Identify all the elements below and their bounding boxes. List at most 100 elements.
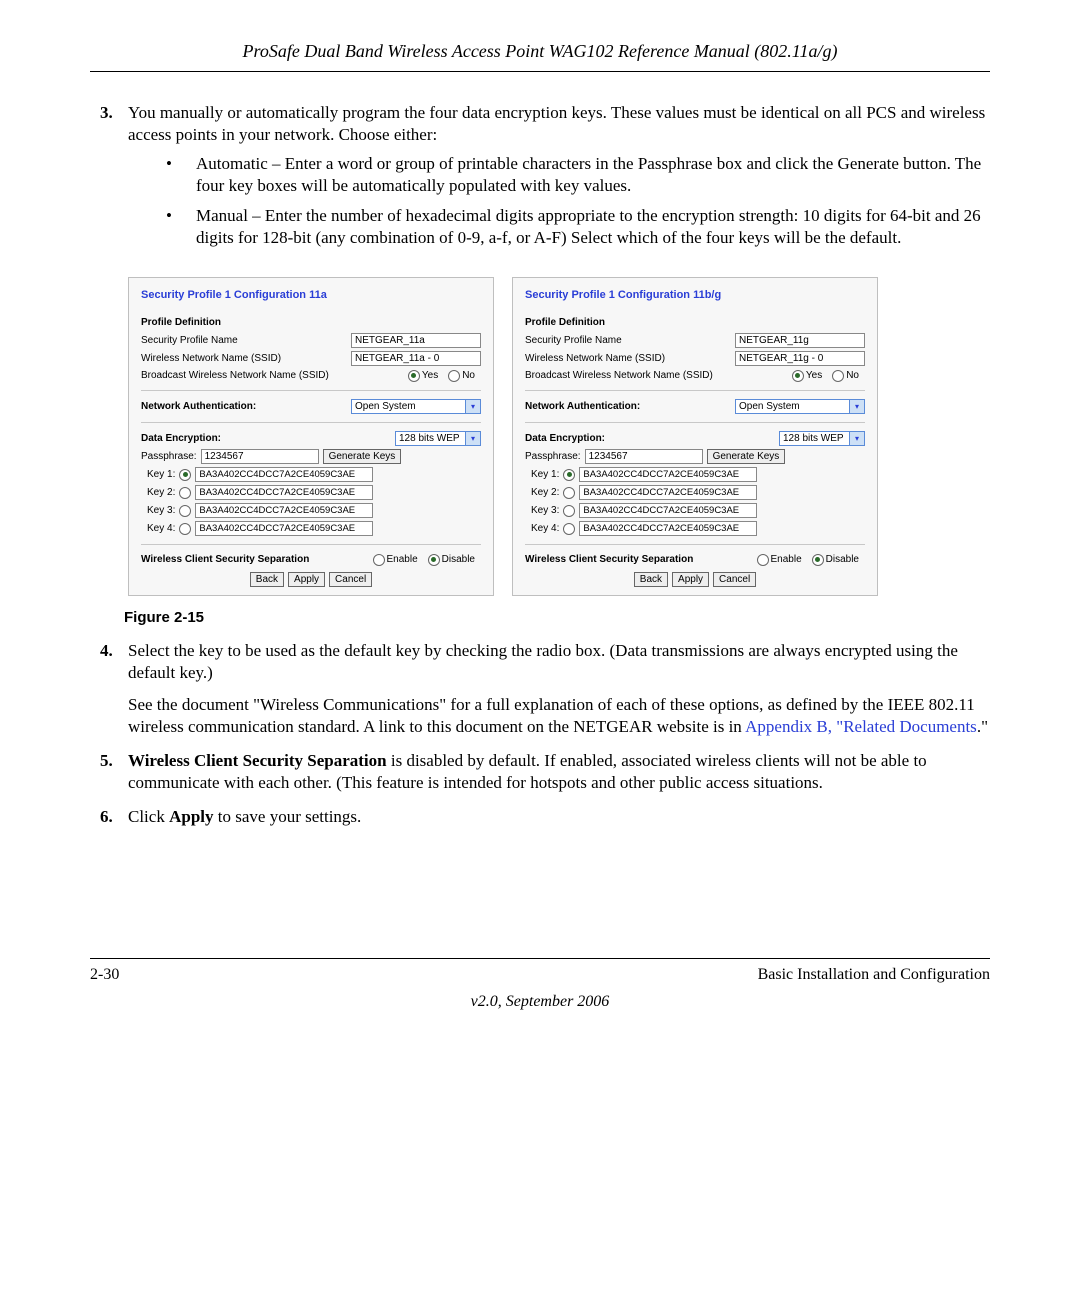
key2-label: Key 2: (147, 486, 175, 499)
page-number: 2-30 (90, 965, 119, 986)
section-title: Basic Installation and Configuration (758, 965, 990, 986)
step-text-2b: ." (977, 717, 988, 736)
bullet-manual: Manual – Enter the number of hexadecimal… (166, 205, 990, 249)
step-5: 5. Wireless Client Security Separation i… (100, 750, 990, 794)
key2-radio[interactable] (563, 487, 575, 499)
broadcast-no-radio[interactable]: No (832, 369, 859, 382)
step-3: 3. You manually or automatically program… (100, 102, 990, 257)
security-profile-name-input[interactable] (351, 333, 481, 348)
network-auth-label: Network Authentication: (141, 400, 347, 413)
ssid-input[interactable] (735, 351, 865, 366)
passphrase-label: Passphrase: (525, 450, 581, 463)
broadcast-yes-radio[interactable]: Yes (408, 369, 438, 382)
generate-keys-button[interactable]: Generate Keys (323, 449, 402, 464)
step-6: 6. Click Apply to save your settings. (100, 806, 990, 828)
passphrase-input[interactable] (201, 449, 319, 464)
panel-title: Security Profile 1 Configuration 11b/g (525, 288, 865, 302)
ssid-label: Wireless Network Name (SSID) (141, 352, 347, 365)
broadcast-ssid-label: Broadcast Wireless Network Name (SSID) (525, 369, 788, 382)
profile-definition-label: Profile Definition (141, 316, 481, 329)
step-number: 4. (100, 640, 128, 738)
key3-input[interactable] (579, 503, 757, 518)
passphrase-input[interactable] (585, 449, 703, 464)
key2-radio[interactable] (179, 487, 191, 499)
broadcast-ssid-label: Broadcast Wireless Network Name (SSID) (141, 369, 404, 382)
back-button[interactable]: Back (634, 572, 668, 587)
key1-radio[interactable] (563, 469, 575, 481)
key1-input[interactable] (579, 467, 757, 482)
wcss-disable-radio[interactable]: Disable (812, 553, 859, 566)
page-header: ProSafe Dual Band Wireless Access Point … (90, 40, 990, 72)
config-panel-11a: Security Profile 1 Configuration 11a Pro… (128, 277, 494, 596)
step-number: 5. (100, 750, 128, 794)
appendix-link[interactable]: Appendix B, "Related Documents (745, 717, 977, 736)
version-footer: v2.0, September 2006 (90, 992, 990, 1013)
key4-input[interactable] (579, 521, 757, 536)
key4-label: Key 4: (147, 522, 175, 535)
sub-bullets: Automatic – Enter a word or group of pri… (128, 153, 990, 249)
security-profile-name-input[interactable] (735, 333, 865, 348)
key4-input[interactable] (195, 521, 373, 536)
panel-title: Security Profile 1 Configuration 11a (141, 288, 481, 302)
security-profile-name-label: Security Profile Name (141, 334, 347, 347)
step-lead: Click (128, 807, 169, 826)
wcss-disable-radio[interactable]: Disable (428, 553, 475, 566)
ssid-label: Wireless Network Name (SSID) (525, 352, 731, 365)
step-number: 3. (100, 102, 128, 257)
step-lead: Wireless Client Security Separation (128, 751, 387, 770)
data-encryption-label: Data Encryption: (525, 432, 775, 445)
step-4: 4. Select the key to be used as the defa… (100, 640, 990, 738)
chevron-down-icon: ▾ (465, 432, 480, 445)
steps-list-continued: 4. Select the key to be used as the defa… (90, 640, 990, 829)
broadcast-yes-radio[interactable]: Yes (792, 369, 822, 382)
page-footer: 2-30 Basic Installation and Configuratio… (90, 958, 990, 986)
key2-input[interactable] (579, 485, 757, 500)
key1-label: Key 1: (531, 468, 559, 481)
cancel-button[interactable]: Cancel (329, 572, 372, 587)
key3-label: Key 3: (531, 504, 559, 517)
passphrase-label: Passphrase: (141, 450, 197, 463)
data-encryption-select[interactable]: 128 bits WEP▾ (395, 431, 481, 446)
wcss-enable-radio[interactable]: Enable (373, 553, 418, 566)
step-text: Select the key to be used as the default… (128, 641, 958, 682)
chevron-down-icon: ▾ (849, 400, 864, 413)
wcss-enable-radio[interactable]: Enable (757, 553, 802, 566)
apply-button[interactable]: Apply (288, 572, 325, 587)
key2-input[interactable] (195, 485, 373, 500)
step-number: 6. (100, 806, 128, 828)
steps-list: 3. You manually or automatically program… (90, 102, 990, 257)
key1-label: Key 1: (147, 468, 175, 481)
back-button[interactable]: Back (250, 572, 284, 587)
data-encryption-label: Data Encryption: (141, 432, 391, 445)
security-profile-name-label: Security Profile Name (525, 334, 731, 347)
key4-radio[interactable] (563, 523, 575, 535)
data-encryption-select[interactable]: 128 bits WEP▾ (779, 431, 865, 446)
key1-radio[interactable] (179, 469, 191, 481)
generate-keys-button[interactable]: Generate Keys (707, 449, 786, 464)
chevron-down-icon: ▾ (465, 400, 480, 413)
apply-button[interactable]: Apply (672, 572, 709, 587)
network-auth-select[interactable]: Open System▾ (351, 399, 481, 414)
key3-input[interactable] (195, 503, 373, 518)
profile-definition-label: Profile Definition (525, 316, 865, 329)
figure-caption: Figure 2-15 (124, 608, 990, 628)
network-auth-select[interactable]: Open System▾ (735, 399, 865, 414)
config-panel-11bg: Security Profile 1 Configuration 11b/g P… (512, 277, 878, 596)
bullet-automatic: Automatic – Enter a word or group of pri… (166, 153, 990, 197)
key1-input[interactable] (195, 467, 373, 482)
key4-label: Key 4: (531, 522, 559, 535)
broadcast-no-radio[interactable]: No (448, 369, 475, 382)
chevron-down-icon: ▾ (849, 432, 864, 445)
step-rest: to save your settings. (214, 807, 362, 826)
key3-radio[interactable] (563, 505, 575, 517)
cancel-button[interactable]: Cancel (713, 572, 756, 587)
key2-label: Key 2: (531, 486, 559, 499)
key4-radio[interactable] (179, 523, 191, 535)
key3-radio[interactable] (179, 505, 191, 517)
step-bold: Apply (169, 807, 213, 826)
wcss-label: Wireless Client Security Separation (525, 553, 753, 566)
ssid-input[interactable] (351, 351, 481, 366)
key3-label: Key 3: (147, 504, 175, 517)
network-auth-label: Network Authentication: (525, 400, 731, 413)
step-text: You manually or automatically program th… (128, 103, 985, 144)
